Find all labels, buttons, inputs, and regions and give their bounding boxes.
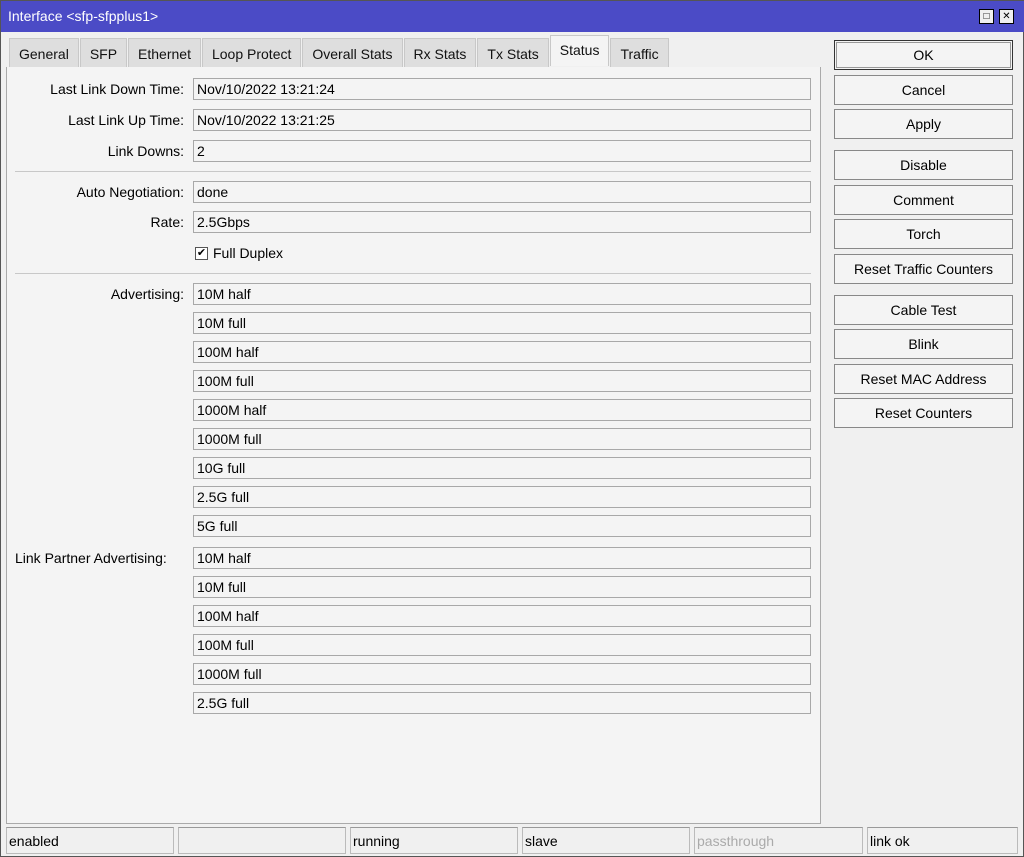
rate-label: Rate: [150,214,184,230]
apply-button[interactable]: Apply [834,109,1013,139]
auto-negotiation-field: done [193,181,811,203]
advertising-item: 1000M half [193,399,811,421]
torch-button[interactable]: Torch [834,219,1013,249]
status-empty [178,827,346,854]
tab-loop-protect[interactable]: Loop Protect [201,38,302,67]
title-bar: Interface <sfp-sfpplus1> [1,1,1024,32]
status-passthrough: passthrough [694,827,863,854]
advertising-item: 100M half [193,341,811,363]
tab-general[interactable]: General [9,38,79,67]
tab-rx-stats[interactable]: Rx Stats [403,38,477,67]
blink-button[interactable]: Blink [834,329,1013,359]
advertising-item: 10M half [193,283,811,305]
divider [15,273,811,274]
tab-tx-stats[interactable]: Tx Stats [477,38,549,67]
auto-negotiation-label: Auto Negotiation: [76,184,184,200]
advertising-item: 100M full [193,370,811,392]
last-link-up-label: Last Link Up Time: [68,112,184,128]
link-partner-advertising-item: 1000M full [193,663,811,685]
tab-ethernet[interactable]: Ethernet [128,38,201,67]
disable-button[interactable]: Disable [834,150,1013,180]
reset-traffic-counters-button[interactable]: Reset Traffic Counters [834,254,1013,284]
full-duplex-checkbox[interactable]: ✔ Full Duplex [195,242,283,264]
link-partner-advertising-label: Link Partner Advertising: [15,550,167,566]
advertising-item: 5G full [193,515,811,537]
advertising-item: 1000M full [193,428,811,450]
advertising-item: 2.5G full [193,486,811,508]
advertising-label: Advertising: [110,286,184,302]
status-running: running [350,827,518,854]
status-link: link ok [867,827,1018,854]
advertising-item: 10G full [193,457,811,479]
link-partner-advertising-item: 10M full [193,576,811,598]
last-link-up-field: Nov/10/2022 13:21:25 [193,109,811,131]
advertising-item: 10M full [193,312,811,334]
close-icon[interactable]: ✕ [999,9,1014,24]
link-partner-advertising-item: 100M half [193,605,811,627]
status-enabled: enabled [6,827,174,854]
last-link-down-label: Last Link Down Time: [50,81,184,97]
link-downs-label: Link Downs: [107,143,184,159]
link-partner-advertising-item: 10M half [193,547,811,569]
ok-button[interactable]: OK [834,40,1013,70]
link-partner-advertising-item: 2.5G full [193,692,811,714]
cable-test-button[interactable]: Cable Test [834,295,1013,325]
link-downs-field: 2 [193,140,811,162]
tab-overall-stats[interactable]: Overall Stats [302,38,403,67]
status-slave: slave [522,827,690,854]
last-link-down-field: Nov/10/2022 13:21:24 [193,78,811,100]
tab-sfp[interactable]: SFP [79,38,128,67]
divider [15,171,811,172]
window-title: Interface <sfp-sfpplus1> [8,8,159,24]
reset-counters-button[interactable]: Reset Counters [834,398,1013,428]
reset-mac-address-button[interactable]: Reset MAC Address [834,364,1013,394]
tab-traffic[interactable]: Traffic [610,38,669,67]
full-duplex-label: Full Duplex [213,245,284,261]
checkmark-icon: ✔ [195,246,208,260]
maximize-icon[interactable]: □ [979,9,994,24]
comment-button[interactable]: Comment [834,185,1013,215]
cancel-button[interactable]: Cancel [834,75,1013,105]
rate-field: 2.5Gbps [193,211,811,233]
tab-status[interactable]: Status [549,35,610,66]
status-panel: Last Link Down Time: Nov/10/2022 13:21:2… [6,67,821,824]
tab-bar: General SFP Ethernet Loop Protect Overal… [9,35,670,67]
link-partner-advertising-item: 100M full [193,634,811,656]
